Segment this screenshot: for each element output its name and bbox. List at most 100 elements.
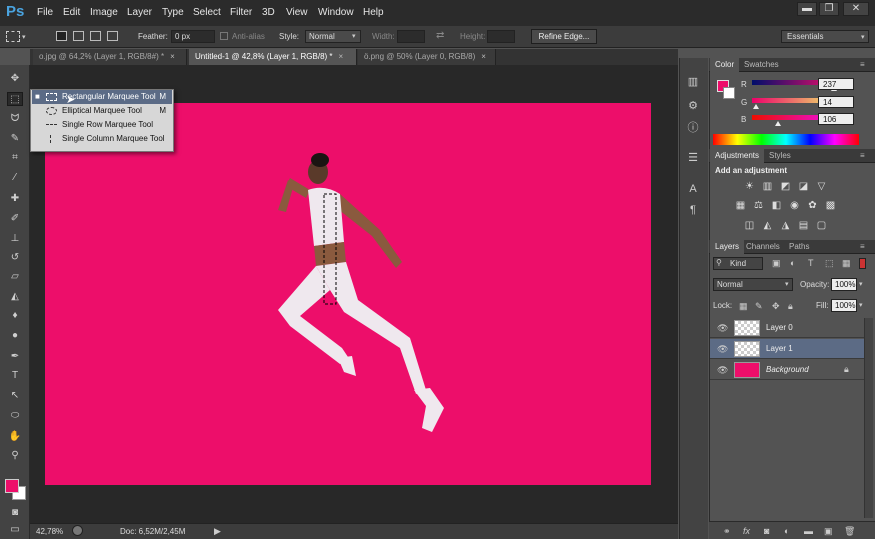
tab-layers[interactable]: Layers: [710, 240, 745, 254]
lasso-tool-icon[interactable]: ᗢ: [7, 112, 23, 126]
blend-mode-select[interactable]: Normal: [713, 278, 793, 291]
subtract-selection-icon[interactable]: [90, 31, 101, 41]
filter-shape-icon[interactable]: ⬚: [825, 258, 834, 269]
opacity-chevron-icon[interactable]: ▾: [859, 280, 863, 288]
close-tab-icon[interactable]: ×: [339, 52, 344, 61]
opacity-input[interactable]: 100%: [831, 278, 857, 291]
zoom-level[interactable]: 42,78%: [36, 527, 63, 536]
color-lookup-icon[interactable]: ▩: [825, 200, 836, 211]
properties-panel-icon[interactable]: ☰: [686, 151, 700, 165]
close-tab-icon[interactable]: ×: [481, 52, 486, 61]
info-panel-icon[interactable]: ⓘ: [686, 121, 700, 135]
type-tool-icon[interactable]: T: [7, 369, 23, 383]
green-slider-thumb[interactable]: [753, 104, 759, 109]
green-value-input[interactable]: 14: [818, 96, 854, 108]
menu-filter[interactable]: Filter: [230, 7, 252, 18]
character-panel-icon[interactable]: A: [686, 182, 700, 196]
threshold-icon[interactable]: ◮: [780, 220, 791, 231]
menu-select[interactable]: Select: [193, 7, 221, 18]
quick-selection-tool-icon[interactable]: ✎: [7, 132, 23, 146]
panel-menu-icon[interactable]: ≡: [860, 60, 865, 69]
visibility-eye-icon[interactable]: 👁︎: [717, 323, 728, 334]
add-selection-icon[interactable]: [73, 31, 84, 41]
intersect-selection-icon[interactable]: [107, 31, 118, 41]
blue-slider-thumb[interactable]: [775, 121, 781, 126]
levels-icon[interactable]: ▥: [762, 181, 773, 192]
refine-edge-button[interactable]: Refine Edge...: [531, 29, 597, 44]
new-group-icon[interactable]: ▬: [804, 526, 813, 536]
history-panel-icon[interactable]: ▥: [686, 75, 700, 89]
visibility-eye-icon[interactable]: 👁︎: [717, 344, 728, 355]
new-selection-icon[interactable]: [56, 31, 67, 41]
add-mask-icon[interactable]: ◙: [764, 526, 769, 536]
tab-o-png[interactable]: ö.png @ 50% (Layer 0, RGB/8) ×: [358, 49, 496, 65]
pen-tool-icon[interactable]: ✒: [7, 350, 23, 364]
menu-type[interactable]: Type: [162, 7, 184, 18]
blue-value-input[interactable]: 106: [818, 113, 854, 125]
black-white-icon[interactable]: ◧: [771, 200, 782, 211]
tab-adjustments[interactable]: Adjustments: [710, 149, 765, 163]
clone-stamp-tool-icon[interactable]: ⊥: [7, 232, 23, 246]
paint-bucket-tool-icon[interactable]: ◭: [7, 290, 23, 304]
new-adjustment-icon[interactable]: ◐: [784, 526, 789, 536]
status-arrow-icon[interactable]: ▶: [214, 526, 221, 537]
screen-mode-icon[interactable]: ▭: [7, 523, 23, 537]
foreground-color-swatch[interactable]: [5, 479, 19, 493]
new-layer-icon[interactable]: ▣: [824, 526, 833, 537]
red-value-input[interactable]: 237: [818, 78, 854, 90]
tab-styles[interactable]: Styles: [764, 149, 796, 163]
hue-saturation-icon[interactable]: ▦: [735, 200, 746, 211]
flyout-elliptical-marquee[interactable]: Elliptical Marquee Tool M: [32, 104, 172, 118]
close-button[interactable]: ✕: [843, 2, 869, 16]
layer-row-background[interactable]: 👁︎ Background 🔒︎: [710, 360, 864, 380]
panel-menu-icon[interactable]: ≡: [860, 242, 865, 251]
exposure-icon[interactable]: ◪: [798, 181, 809, 192]
menu-3d[interactable]: 3D: [262, 7, 275, 18]
flyout-single-column-marquee[interactable]: Single Column Marquee Tool: [32, 132, 172, 146]
menu-file[interactable]: File: [37, 7, 53, 18]
close-tab-icon[interactable]: ×: [170, 52, 175, 61]
filter-adjustment-icon[interactable]: ◐: [790, 258, 795, 268]
hand-tool-icon[interactable]: ✋: [7, 430, 23, 444]
document-info-icon[interactable]: [72, 525, 83, 536]
rectangular-marquee-tool-icon[interactable]: ⬚: [7, 92, 23, 106]
height-input[interactable]: [487, 30, 515, 43]
swap-icon[interactable]: ⇄: [436, 30, 444, 41]
blur-tool-icon[interactable]: ♦: [7, 309, 23, 323]
filter-type-icon[interactable]: T: [808, 258, 814, 268]
eyedropper-tool-icon[interactable]: ⁄: [7, 171, 23, 185]
brightness-icon[interactable]: ☀: [744, 181, 755, 192]
flyout-single-row-marquee[interactable]: Single Row Marquee Tool: [32, 118, 172, 132]
width-input[interactable]: [397, 30, 425, 43]
lock-position-icon[interactable]: ✥: [772, 301, 780, 312]
visibility-eye-icon[interactable]: 👁︎: [717, 365, 728, 376]
lock-transparent-icon[interactable]: ▦: [739, 301, 748, 312]
color-spectrum-bar[interactable]: [713, 134, 859, 145]
feather-input[interactable]: 0 px: [171, 30, 215, 43]
menu-layer[interactable]: Layer: [127, 7, 152, 18]
layers-scrollbar[interactable]: [864, 318, 873, 518]
lock-all-icon[interactable]: 🔒︎: [788, 301, 793, 312]
spot-healing-tool-icon[interactable]: ✚: [7, 192, 23, 206]
chevron-down-icon[interactable]: ▾: [22, 33, 26, 41]
channel-mixer-icon[interactable]: ✿: [807, 200, 818, 211]
menu-image[interactable]: Image: [90, 7, 118, 18]
move-tool-icon[interactable]: ✥: [7, 72, 23, 86]
minimize-button[interactable]: ▬: [797, 2, 817, 16]
dodge-tool-icon[interactable]: ●: [7, 329, 23, 343]
history-brush-tool-icon[interactable]: ↺: [7, 251, 23, 265]
invert-icon[interactable]: ◫: [744, 220, 755, 231]
flyout-rectangular-marquee[interactable]: ■ Rectangular Marquee Tool M: [32, 90, 172, 104]
layer-row-layer-0[interactable]: 👁︎ Layer 0: [710, 318, 864, 338]
menu-edit[interactable]: Edit: [63, 7, 80, 18]
brush-preset-icon[interactable]: ⚙: [686, 99, 700, 113]
tab-color[interactable]: Color: [710, 58, 740, 72]
crop-tool-icon[interactable]: ⌗: [7, 151, 23, 165]
menu-view[interactable]: View: [286, 7, 308, 18]
paragraph-panel-icon[interactable]: ¶: [686, 203, 700, 217]
tab-channels[interactable]: Channels: [741, 240, 785, 254]
restore-button[interactable]: ❐: [819, 2, 839, 16]
marquee-preset-icon[interactable]: [6, 31, 20, 42]
quick-mask-icon[interactable]: ◙: [7, 506, 23, 520]
path-selection-tool-icon[interactable]: ↖: [7, 389, 23, 403]
